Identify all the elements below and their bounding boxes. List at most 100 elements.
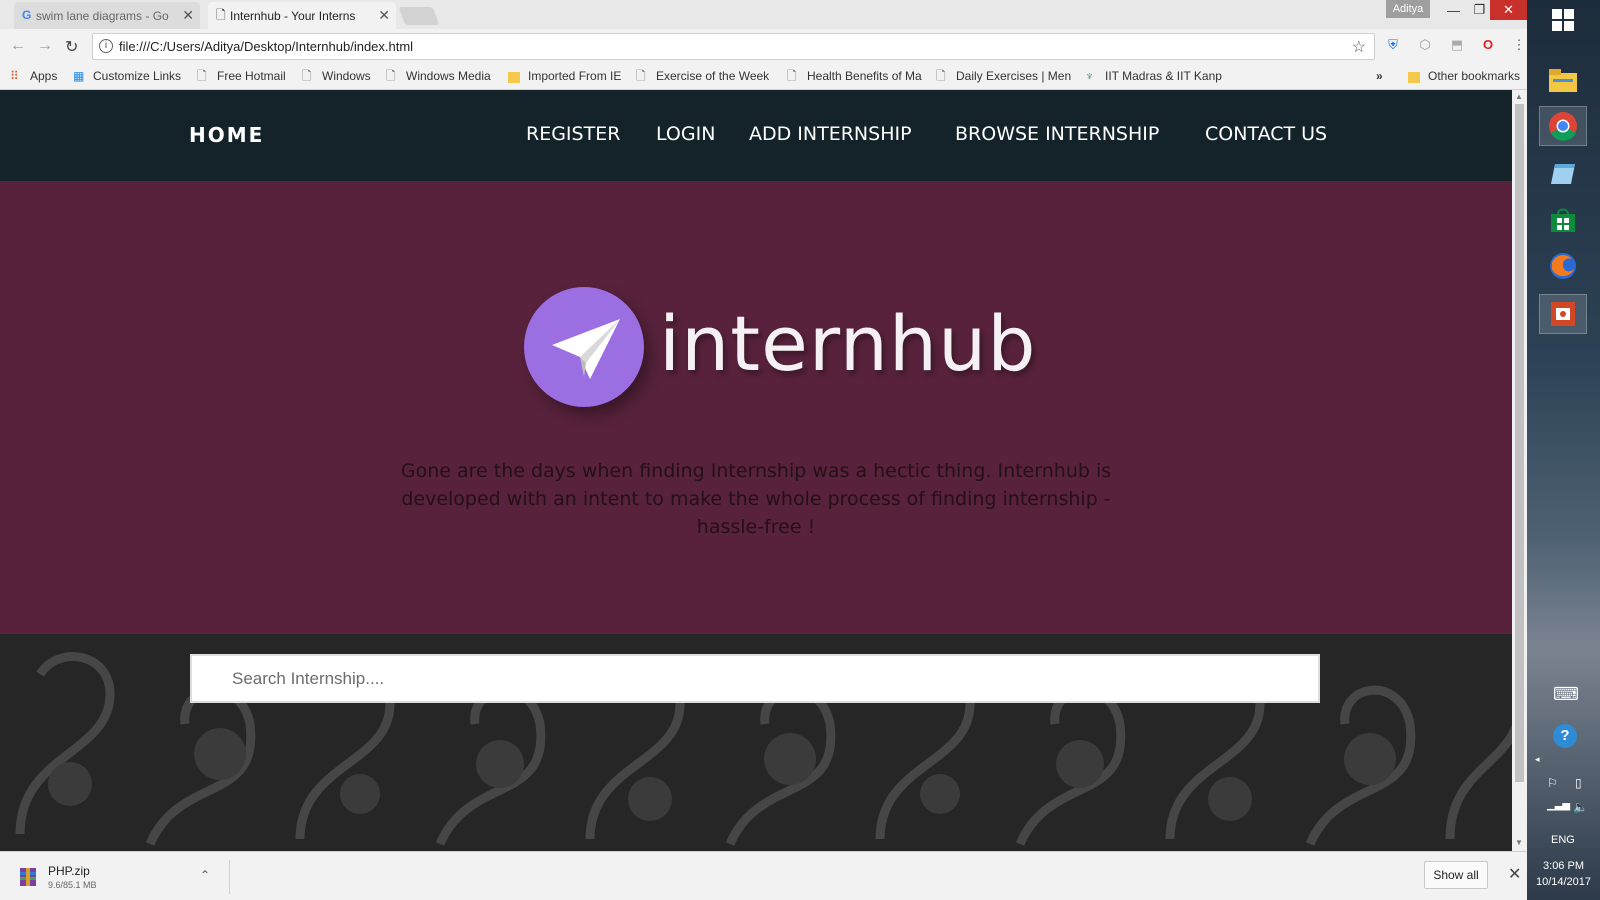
opera-icon[interactable]: O xyxy=(1480,37,1496,53)
bookmark-label: Customize Links xyxy=(93,69,182,83)
language-indicator[interactable]: ENG xyxy=(1551,834,1575,846)
new-tab-button[interactable] xyxy=(398,7,440,25)
action-center-flag-icon[interactable]: ⚐ xyxy=(1547,776,1558,790)
bookmark-exercise-of-the-week[interactable]: 🗋 Exercise of the Week xyxy=(636,69,774,83)
extension-shield-icon[interactable]: ⛨ xyxy=(1385,37,1401,53)
folder-icon xyxy=(508,71,520,83)
chrome-icon[interactable] xyxy=(1539,106,1587,146)
bookmarks-overflow-button[interactable]: » xyxy=(1376,69,1383,83)
minimize-icon[interactable]: — xyxy=(1440,0,1467,20)
battery-icon[interactable]: ▯ xyxy=(1575,776,1582,790)
paper-plane-logo-icon xyxy=(524,287,644,407)
bookmark-iit-madras[interactable]: ♆ IIT Madras & IIT Kanp xyxy=(1085,69,1225,83)
notepad-icon[interactable] xyxy=(1539,154,1587,194)
download-item[interactable]: PHP.zip 9.6/85.1 MB ⌃ xyxy=(10,860,220,894)
close-tab-icon[interactable]: ✕ xyxy=(378,7,390,24)
logo-wordmark: internhub xyxy=(659,299,1037,388)
show-hidden-icons-icon[interactable]: ◂ xyxy=(1535,754,1540,765)
nav-contact-us[interactable]: CONTACT US xyxy=(1205,123,1327,145)
show-all-button[interactable]: Show all xyxy=(1424,861,1488,889)
folder-icon xyxy=(1408,71,1420,83)
bookmark-label: Other bookmarks xyxy=(1428,69,1521,83)
nav-browse-internship[interactable]: BROWSE INTERNSHIP xyxy=(955,123,1159,145)
keyboard-icon[interactable]: ⌨ xyxy=(1553,684,1579,705)
bookmark-free-hotmail[interactable]: 🗋 Free Hotmail xyxy=(197,69,286,83)
info-icon[interactable]: i xyxy=(99,39,113,53)
apps-grid-icon: ⠿ xyxy=(10,69,19,83)
bookmark-label: Apps xyxy=(30,69,58,83)
store-icon[interactable] xyxy=(1539,200,1587,240)
google-g-icon: G xyxy=(22,8,32,22)
address-bar[interactable]: i file:///C:/Users/Aditya/Desktop/Intern… xyxy=(92,33,1375,60)
bookmark-label: Free Hotmail xyxy=(217,69,286,83)
scrollbar-thumb[interactable] xyxy=(1515,104,1524,782)
bookmark-apps[interactable]: ⠿ Apps xyxy=(10,69,57,83)
chevron-up-icon[interactable]: ⌃ xyxy=(200,868,210,882)
page-viewport: HOME REGISTER LOGIN ADD INTERNSHIP BROWS… xyxy=(0,90,1512,851)
reload-icon[interactable]: ↻ xyxy=(65,37,78,57)
tab-swim-lane[interactable]: G swim lane diagrams - Go ✕ xyxy=(14,2,200,29)
archive-file-icon xyxy=(18,866,38,888)
nav-login[interactable]: LOGIN xyxy=(656,123,715,145)
firefox-icon[interactable] xyxy=(1539,246,1587,286)
back-arrow-icon[interactable]: ← xyxy=(10,37,26,55)
bookmark-label: IIT Madras & IIT Kanp xyxy=(1105,69,1222,83)
powerpoint-icon[interactable] xyxy=(1539,294,1587,334)
nav-add-internship[interactable]: ADD INTERNSHIP xyxy=(749,123,912,145)
file-explorer-icon[interactable] xyxy=(1539,60,1587,100)
bookmark-windows[interactable]: 🗋 Windows xyxy=(302,69,371,83)
bookmark-windows-media[interactable]: 🗋 Windows Media xyxy=(386,69,491,83)
forward-arrow-icon[interactable]: → xyxy=(37,37,53,55)
tab-bar: G swim lane diagrams - Go ✕ 🗋 Internhub … xyxy=(0,0,1527,29)
hero-section: internhub Gone are the days when finding… xyxy=(0,181,1512,634)
download-bar: PHP.zip 9.6/85.1 MB ⌃ Show all ✕ xyxy=(0,851,1527,900)
clock-date[interactable]: 10/14/2017 xyxy=(1527,876,1600,888)
bookmark-label: Health Benefits of Ma xyxy=(807,69,922,83)
page-icon: 🗋 xyxy=(197,69,207,83)
bookmark-label: Windows Media xyxy=(406,69,491,83)
close-download-bar-icon[interactable]: ✕ xyxy=(1508,864,1521,884)
clock-time[interactable]: 3:06 PM xyxy=(1527,860,1600,872)
search-section xyxy=(0,634,1512,851)
page-icon: 🗋 xyxy=(636,69,646,83)
bookmark-star-icon[interactable]: ☆ xyxy=(1352,37,1366,57)
close-tab-icon[interactable]: ✕ xyxy=(182,7,194,24)
scroll-up-arrow-icon[interactable]: ▲ xyxy=(1515,92,1523,101)
profile-badge[interactable]: Aditya xyxy=(1386,0,1430,18)
tab-internhub[interactable]: 🗋 Internhub - Your Interns ✕ xyxy=(208,2,396,29)
scroll-down-arrow-icon[interactable]: ▼ xyxy=(1515,838,1523,847)
volume-icon[interactable]: 🔈 xyxy=(1573,800,1588,814)
extension-pdf-icon[interactable]: ⬒ xyxy=(1449,37,1465,53)
help-icon[interactable]: ? xyxy=(1553,724,1577,748)
window-close-icon[interactable]: ✕ xyxy=(1490,0,1527,20)
windows-flag-icon: ▦ xyxy=(73,69,85,83)
bookmark-imported-from-ie[interactable]: Imported From IE xyxy=(508,69,621,83)
extension-cube-icon[interactable]: ⬡ xyxy=(1417,37,1433,53)
hero-tagline: Gone are the days when finding Internshi… xyxy=(400,460,1112,538)
bookmark-label: Imported From IE xyxy=(528,69,622,83)
browser-window: G swim lane diagrams - Go ✕ 🗋 Internhub … xyxy=(0,0,1527,900)
page-scrollbar[interactable]: ▲ ▼ xyxy=(1512,90,1527,851)
bookmark-customize-links[interactable]: ▦ Customize Links xyxy=(73,69,181,83)
bookmark-daily-exercises[interactable]: 🗋 Daily Exercises | Men xyxy=(936,69,1072,83)
network-signal-icon[interactable]: ▁▃▅ xyxy=(1547,800,1570,811)
site-navbar: HOME REGISTER LOGIN ADD INTERNSHIP BROWS… xyxy=(0,90,1512,181)
search-internship-input[interactable] xyxy=(190,654,1320,703)
menu-kebab-icon[interactable]: ⋮ xyxy=(1511,37,1527,53)
divider xyxy=(229,860,230,894)
nav-register[interactable]: REGISTER xyxy=(526,123,620,145)
page-icon: 🗋 xyxy=(787,69,797,83)
restore-icon[interactable]: ❐ xyxy=(1466,0,1493,20)
nav-home[interactable]: HOME xyxy=(189,123,264,147)
bookmark-health-benefits[interactable]: 🗋 Health Benefits of Ma xyxy=(787,69,923,83)
bookmark-label: Exercise of the Week xyxy=(656,69,770,83)
paper-plane-icon xyxy=(552,319,620,379)
download-progress-text: 9.6/85.1 MB xyxy=(48,880,97,890)
bookmark-label: Windows xyxy=(322,69,371,83)
download-file-name: PHP.zip xyxy=(48,864,90,878)
windows-start-icon[interactable] xyxy=(1539,0,1587,40)
bookmark-other-bookmarks[interactable]: Other bookmarks xyxy=(1408,69,1520,83)
bookmarks-bar: ⠿ Apps ▦ Customize Links 🗋 Free Hotmail … xyxy=(0,65,1527,90)
bookmark-label: Daily Exercises | Men xyxy=(956,69,1072,83)
page-icon: 🗋 xyxy=(302,69,312,83)
